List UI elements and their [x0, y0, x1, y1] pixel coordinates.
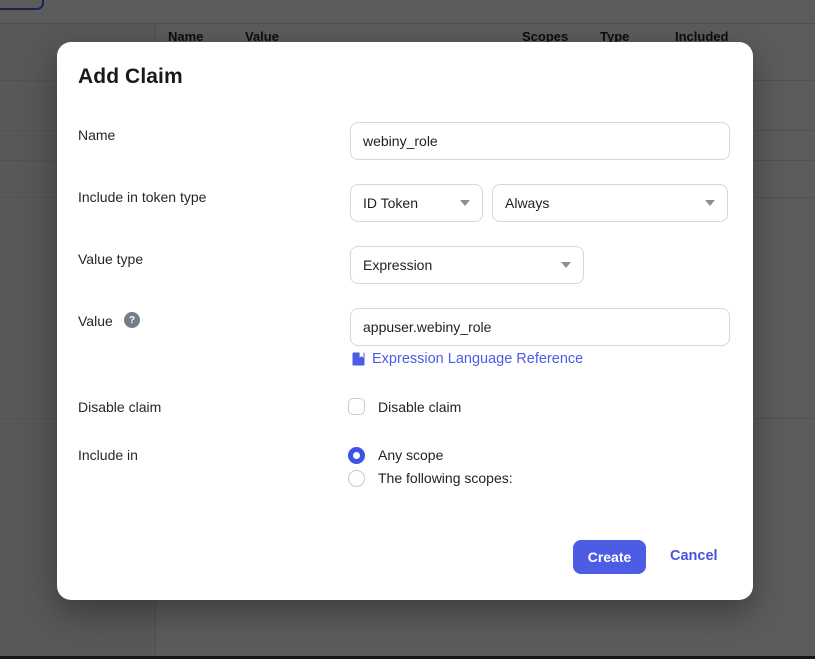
any-scope-radio[interactable] — [348, 447, 365, 464]
reference-link-text: Expression Language Reference — [372, 351, 584, 367]
value-input[interactable] — [350, 308, 730, 346]
expression-language-reference-link[interactable]: Expression Language Reference — [352, 351, 583, 367]
include-in-field-label: Include in — [78, 447, 138, 463]
value-type-select[interactable]: Expression — [350, 246, 584, 284]
token-type-select[interactable]: ID Token — [350, 184, 483, 222]
name-field-label: Name — [78, 127, 116, 143]
disable-claim-field-label: Disable claim — [78, 399, 162, 415]
token-inclusion-select[interactable]: Always — [492, 184, 728, 222]
cancel-button[interactable]: Cancel — [670, 548, 718, 564]
chevron-down-icon — [460, 200, 470, 206]
following-scopes-radio[interactable] — [348, 470, 365, 487]
value-type-field-label: Value type — [78, 251, 144, 267]
following-scopes-radio-label[interactable]: The following scopes: — [378, 470, 513, 486]
disable-claim-checkbox-label[interactable]: Disable claim — [378, 399, 461, 415]
token-type-field-label: Include in token type — [78, 189, 207, 205]
add-claim-dialog: Add Claim Name Include in token type ID … — [57, 42, 753, 600]
value-type-selected-value: Expression — [363, 257, 433, 273]
create-button[interactable]: Create — [573, 540, 646, 574]
value-field-label: Value — [78, 313, 113, 329]
any-scope-radio-label[interactable]: Any scope — [378, 447, 443, 463]
help-icon[interactable]: ? — [124, 312, 140, 328]
chevron-down-icon — [561, 262, 571, 268]
book-icon — [352, 352, 365, 366]
name-input[interactable] — [350, 122, 730, 160]
token-inclusion-selected-value: Always — [505, 195, 550, 211]
dialog-title: Add Claim — [78, 65, 183, 88]
disable-claim-checkbox[interactable] — [348, 398, 365, 415]
chevron-down-icon — [705, 200, 715, 206]
token-type-selected-value: ID Token — [363, 195, 418, 211]
